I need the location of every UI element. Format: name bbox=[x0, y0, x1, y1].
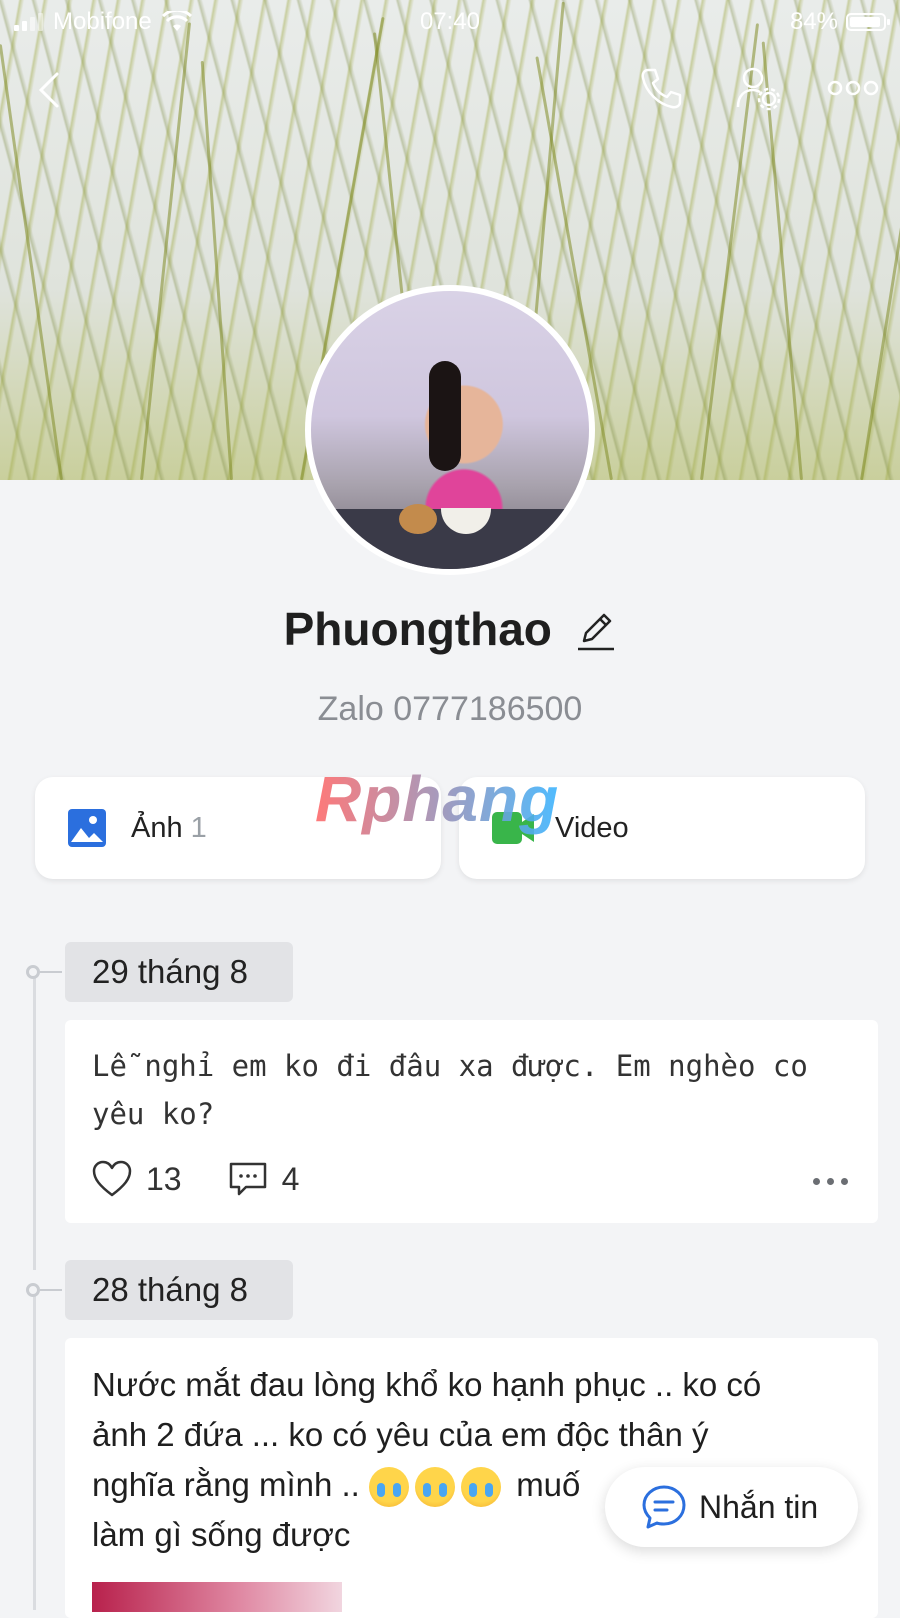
battery-percent: 84% bbox=[789, 8, 838, 35]
like-count: 13 bbox=[146, 1160, 182, 1197]
more-dot bbox=[841, 1178, 848, 1185]
photos-label: Ảnh bbox=[131, 811, 183, 844]
timeline-line bbox=[33, 970, 36, 1270]
back-button[interactable] bbox=[20, 62, 76, 118]
more-button[interactable] bbox=[825, 60, 881, 116]
timeline-connector bbox=[40, 971, 62, 973]
avatar[interactable] bbox=[305, 285, 595, 575]
post-image-thumbnail[interactable] bbox=[92, 1582, 342, 1612]
watermark-logo: Rphang bbox=[315, 763, 560, 835]
status-bar: Mobifone 07:40 84% bbox=[0, 0, 900, 44]
top-navigation bbox=[0, 60, 900, 120]
battery-icon bbox=[846, 13, 890, 31]
user-settings-icon bbox=[736, 67, 781, 111]
post-text-segment: muố bbox=[516, 1466, 581, 1503]
crying-face-emoji-icon bbox=[461, 1467, 502, 1508]
image-icon bbox=[68, 809, 106, 847]
call-button[interactable] bbox=[632, 60, 688, 116]
crying-face-emoji-icon bbox=[369, 1467, 410, 1508]
phone-icon bbox=[641, 68, 682, 109]
timeline-dot bbox=[26, 965, 40, 979]
chevron-left-icon bbox=[38, 72, 59, 108]
post-card[interactable]: Lễ nghỉ em ko đi đâu xa được. Em nghèo c… bbox=[65, 1020, 878, 1223]
video-label: Video bbox=[555, 811, 629, 844]
timeline-line bbox=[33, 1290, 36, 1610]
send-message-button[interactable]: Nhắn tin bbox=[605, 1467, 858, 1547]
comment-icon bbox=[229, 1162, 266, 1196]
post-date: 29 tháng 8 bbox=[65, 942, 293, 1002]
more-dot bbox=[827, 1178, 834, 1185]
timeline-connector bbox=[40, 1289, 62, 1291]
chat-bubble-icon bbox=[642, 1485, 686, 1529]
profile-settings-button[interactable] bbox=[730, 60, 786, 116]
timeline-dot bbox=[26, 1283, 40, 1297]
clock: 07:40 bbox=[419, 8, 481, 35]
post-text: Lễ nghỉ em ko đi đâu xa được. Em nghèo c… bbox=[92, 1049, 808, 1131]
cover-grass bbox=[200, 60, 233, 480]
photos-count: 1 bbox=[190, 811, 207, 844]
edit-pencil-icon[interactable] bbox=[576, 607, 616, 651]
profile-name-row: Phuongthao bbox=[0, 602, 900, 656]
comment-count: 4 bbox=[281, 1160, 300, 1197]
like-button[interactable]: 13 bbox=[92, 1160, 182, 1198]
more-dot bbox=[813, 1178, 820, 1185]
post-more-button[interactable] bbox=[813, 1178, 848, 1185]
post-text-segment: nghĩa rằng mình .. bbox=[92, 1466, 360, 1503]
crying-face-emoji-icon bbox=[415, 1467, 456, 1508]
profile-name: Phuongthao bbox=[283, 603, 552, 655]
heart-icon bbox=[92, 1160, 132, 1197]
post-text-line: ảnh 2 đứa ... ko có yêu của em độc thân … bbox=[92, 1416, 709, 1453]
avatar-photo bbox=[311, 291, 589, 569]
post-text-line: Nước mắt đau lòng khổ ko hạnh phục .. ko… bbox=[92, 1366, 762, 1403]
comment-button[interactable]: 4 bbox=[228, 1160, 300, 1198]
zalo-phone: Zalo 0777186500 bbox=[317, 690, 583, 728]
post-date: 28 tháng 8 bbox=[65, 1260, 293, 1320]
send-message-label: Nhắn tin bbox=[699, 1488, 819, 1525]
more-horizontal-icon bbox=[827, 80, 879, 96]
